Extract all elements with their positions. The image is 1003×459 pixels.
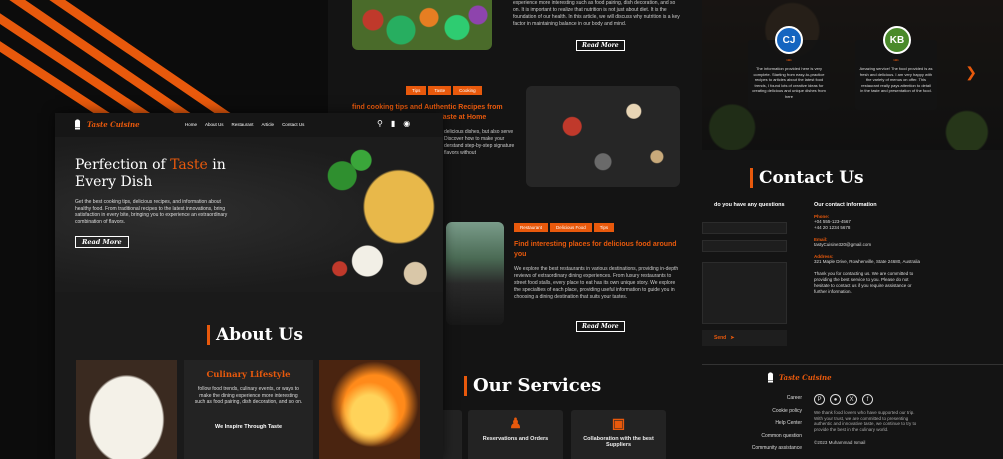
bookmark-icon[interactable]: ▮ xyxy=(391,119,395,129)
home-panel: Taste Cuisine Home About Us Restaurant A… xyxy=(55,113,443,459)
phone-2: +44 20 1234 5678 xyxy=(814,225,851,230)
hero-text: Get the best cooking tips, delicious rec… xyxy=(75,199,228,225)
contact-info-heading: Our contact information xyxy=(814,202,877,208)
hero-title: Perfection of Taste in Every Dish xyxy=(75,157,226,191)
spices-image xyxy=(526,86,680,187)
flambe-image xyxy=(319,360,420,459)
about-card-text: follow food trends, culinary events, or … xyxy=(194,386,303,405)
footer-link-common-question[interactable]: Common question xyxy=(702,430,802,443)
post3-tags: Restaurant Delicious Food Tips xyxy=(514,223,615,232)
footer-link-career[interactable]: Career xyxy=(702,392,802,405)
email-field[interactable] xyxy=(702,240,787,252)
avatar: KB xyxy=(883,26,911,54)
globe-icon[interactable]: ◉ xyxy=(403,119,410,129)
post3-text: We explore the best restaurants in vario… xyxy=(514,266,679,300)
contact-info: Our contact information Phone: +04 555-1… xyxy=(814,202,924,295)
footer-description: We thank food lovers who have supported … xyxy=(814,410,917,432)
brand-logo[interactable]: Taste Cuisine xyxy=(73,119,140,130)
contact-title: Contact Us xyxy=(750,168,864,188)
send-button[interactable]: Send ➤ xyxy=(702,330,787,346)
plated-dish-image xyxy=(76,360,177,459)
contact-panel: CJ ““ The information provided here is v… xyxy=(702,0,1003,459)
hero-title-part1: Perfection of xyxy=(75,157,171,173)
nav-links: Home About Us Restaurant Article Contact… xyxy=(185,122,304,127)
nav-restaurant[interactable]: Restaurant xyxy=(232,122,254,127)
footer-brand[interactable]: Taste Cuisine xyxy=(766,372,832,383)
footer-brand-name: Taste Cuisine xyxy=(779,373,832,382)
form-question: do you have any questions xyxy=(714,202,785,208)
about-card-title: Culinary Lifestyle xyxy=(206,370,291,380)
pasta-image xyxy=(317,137,443,292)
hero-title-accent: Taste xyxy=(170,157,208,173)
hero-title-part2: in xyxy=(207,157,226,173)
post2-tags: Tips Taste Cooking xyxy=(406,86,482,95)
footer-links: Career Cookie policy Help Center Common … xyxy=(702,392,802,455)
screenshot-stage: experience more interesting such as food… xyxy=(0,0,1003,459)
x-icon[interactable]: X xyxy=(846,394,857,405)
tag-tips-2[interactable]: Tips xyxy=(593,223,615,232)
chevron-right-icon[interactable]: ❯ xyxy=(965,64,977,81)
delivery-truck-icon: ▣ xyxy=(611,415,626,431)
email-value[interactable]: tastyCuisine320@gmail.com xyxy=(814,242,924,248)
nav-icons: ⚲ ▮ ◉ xyxy=(377,119,410,129)
pinterest-icon[interactable]: P xyxy=(814,394,825,405)
footer-divider xyxy=(702,364,1003,365)
avatar: CJ xyxy=(775,26,803,54)
service-card-reservations[interactable]: ♟ Reservations and Orders xyxy=(468,410,563,459)
services-title: Our Services xyxy=(464,376,601,396)
social-icons: P ● X f xyxy=(814,394,873,405)
footer-copyright: ©2023 Muhammad Ismail xyxy=(814,440,866,445)
testimonial-text: Amazing service! The food provided is as… xyxy=(859,66,933,93)
vegetables-image xyxy=(352,0,492,50)
tag-cooking[interactable]: Cooking xyxy=(453,86,482,95)
navbar: Taste Cuisine Home About Us Restaurant A… xyxy=(55,113,443,137)
nav-contact-us[interactable]: Contact Us xyxy=(282,122,304,127)
testimonial-text: The information provided here is very co… xyxy=(752,66,826,99)
read-more-button-3[interactable]: Read More xyxy=(576,321,625,332)
about-card: Culinary Lifestyle follow food trends, c… xyxy=(184,360,313,459)
about-card-subtitle: We Inspire Through Taste xyxy=(214,423,283,430)
search-icon[interactable]: ⚲ xyxy=(377,119,383,129)
tag-tips[interactable]: Tips xyxy=(406,86,427,95)
service-label: Collaboration with the best Suppliers xyxy=(583,436,654,448)
post2-title-line1[interactable]: find cooking tips and Authentic Recipes … xyxy=(352,103,503,113)
read-more-button[interactable]: Read More xyxy=(576,40,625,51)
send-label: Send xyxy=(714,335,727,341)
chef-hat-icon xyxy=(74,119,81,130)
footer-link-cookie-policy[interactable]: Cookie policy xyxy=(702,405,802,418)
instagram-icon[interactable]: ● xyxy=(830,394,841,405)
address-value: 321 Maple Drive, Rowhenville, State 2468… xyxy=(814,259,921,264)
blog-intro-text: experience more interesting such as food… xyxy=(513,0,680,27)
about-title: About Us xyxy=(207,325,303,345)
brand-name: Taste Cuisine xyxy=(87,120,140,129)
facebook-icon[interactable]: f xyxy=(862,394,873,405)
service-label: Reservations and Orders xyxy=(482,436,549,442)
person-reservation-icon: ♟ xyxy=(509,415,522,431)
footer-link-community-assistance[interactable]: Community assistance xyxy=(702,442,802,455)
tag-delicious-food[interactable]: Delicious Food xyxy=(550,223,592,232)
footer-link-help-center[interactable]: Help Center xyxy=(702,417,802,430)
restaurant-image xyxy=(446,222,504,325)
chef-hat-icon xyxy=(767,372,774,383)
name-field[interactable] xyxy=(702,222,787,234)
hero-section: Perfection of Taste in Every Dish Get th… xyxy=(55,137,443,292)
tag-taste[interactable]: Taste xyxy=(428,86,452,95)
contact-note: Thank you for contacting us. We are comm… xyxy=(814,271,914,294)
hero-read-more-button[interactable]: Read More xyxy=(75,236,129,248)
tag-restaurant[interactable]: Restaurant xyxy=(514,223,549,232)
service-card-suppliers[interactable]: ▣ Collaboration with the best Suppliers xyxy=(571,410,666,459)
nav-home[interactable]: Home xyxy=(185,122,197,127)
decorative-stripes xyxy=(0,0,241,120)
post2-text: delicious dishes, but also serve Discove… xyxy=(444,129,515,156)
nav-article[interactable]: Article xyxy=(262,122,275,127)
message-field[interactable] xyxy=(702,262,787,324)
hero-title-line2: Every Dish xyxy=(75,174,153,190)
nav-about-us[interactable]: About Us xyxy=(205,122,224,127)
post3-title[interactable]: Find interesting places for delicious fo… xyxy=(514,240,684,260)
send-icon: ➤ xyxy=(730,335,735,341)
